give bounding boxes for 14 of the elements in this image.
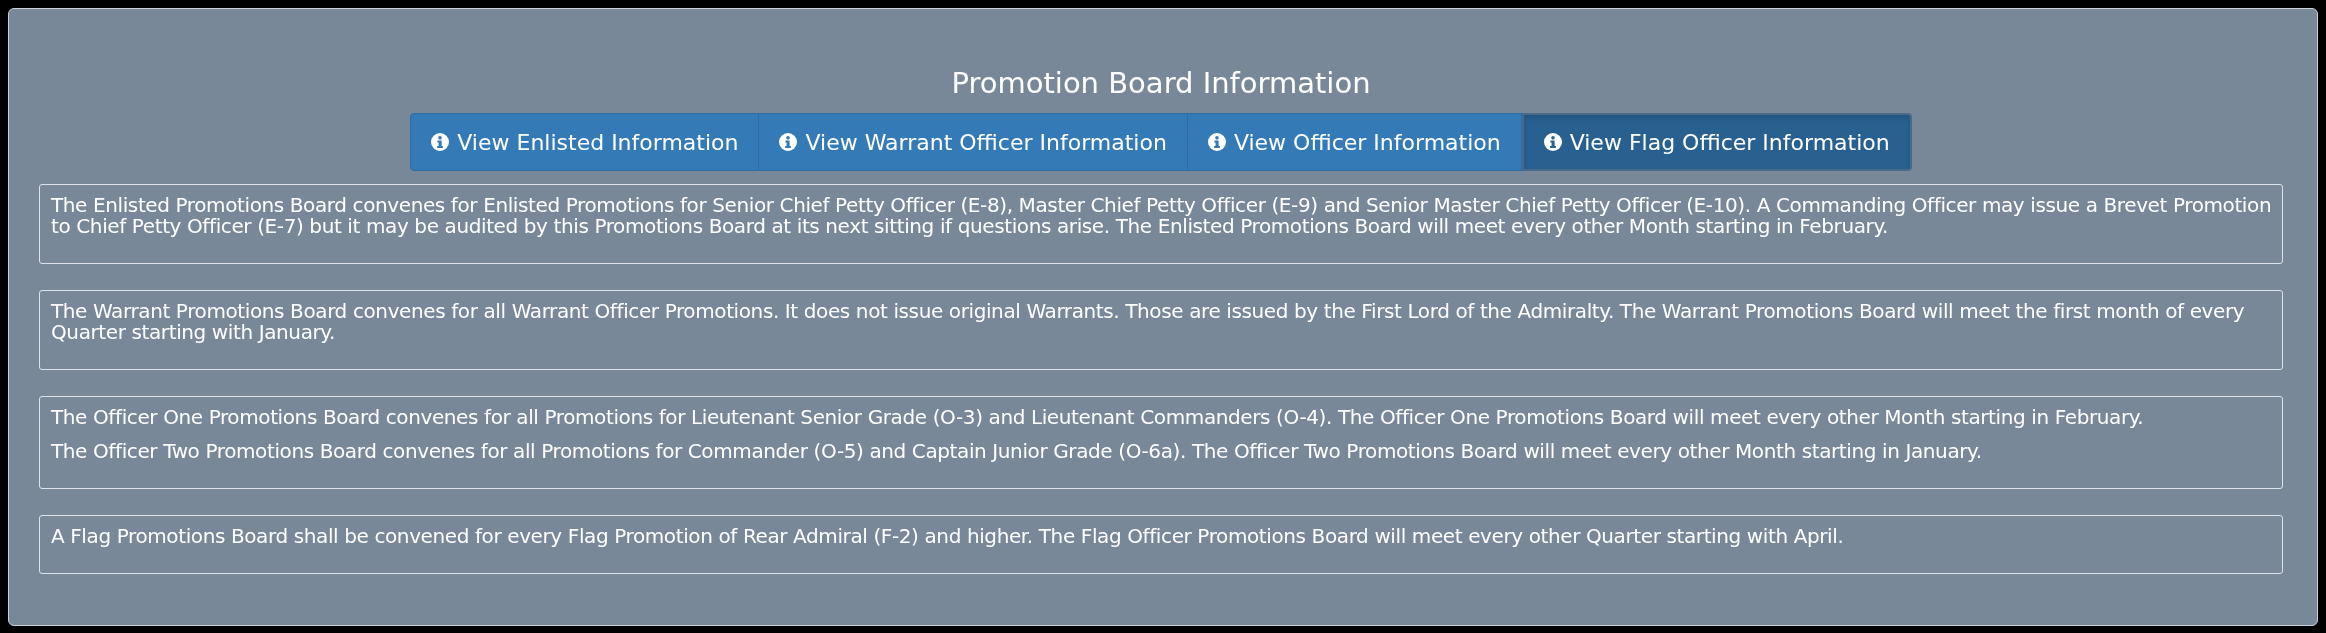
info-icon (1207, 133, 1226, 151)
info-tab[interactable]: View Enlisted Information (410, 113, 760, 171)
info-icon (779, 133, 798, 151)
info-tab[interactable]: View Flag Officer Information (1521, 113, 1912, 171)
page-title: Promotion Board Information (951, 65, 1371, 101)
info-tab[interactable]: View Warrant Officer Information (759, 113, 1188, 171)
info-icon (431, 133, 450, 151)
description-text: The Officer One Promotions Board convenes for all Promotions for Lieutenant Senior Grade (O-3) and Lieutenant Commanders (O-4). The Officer One Promotions Board will meet every other Month starting in February. (51, 407, 2145, 428)
description-text: The Enlisted Promotions Board convenes for Enlisted Promotions for Senior Chief Petty Officer (E-8), Master Chief Petty Officer (E-9) and Senior Master Chief Petty Officer (E-10). A Commanding Officer may issue a Brevet Promotion to Chief Petty Officer (E-7) but it may be audited by this Promotions Board at its next sitting if questions arise. The Enlisted Promotions Board will meet every other Month starting in February. (51, 195, 2273, 237)
description-text: The Officer Two Promotions Board convenes for all Promotions for Commander (O-5) and Captain Junior Grade (O-6a). The Officer Two Promotions Board will meet every other Month starting in January. (51, 441, 1983, 462)
description-text: A Flag Promotions Board shall be convened for every Flag Promotion of Rear Admiral (F-2) and higher. The Flag Officer Promotions Board will meet every other Quarter starting with April. (51, 526, 1845, 547)
info-tab[interactable]: View Officer Information (1187, 113, 1522, 171)
description-text: The Warrant Promotions Board convenes for all Warrant Officer Promotions. It does not issue original Warrants. Those are issued by the First Lord of the Admiralty. The Warrant Promotions Board will meet the first month of every Quarter starting with January. (51, 301, 2246, 343)
info-icon (1543, 133, 1562, 151)
